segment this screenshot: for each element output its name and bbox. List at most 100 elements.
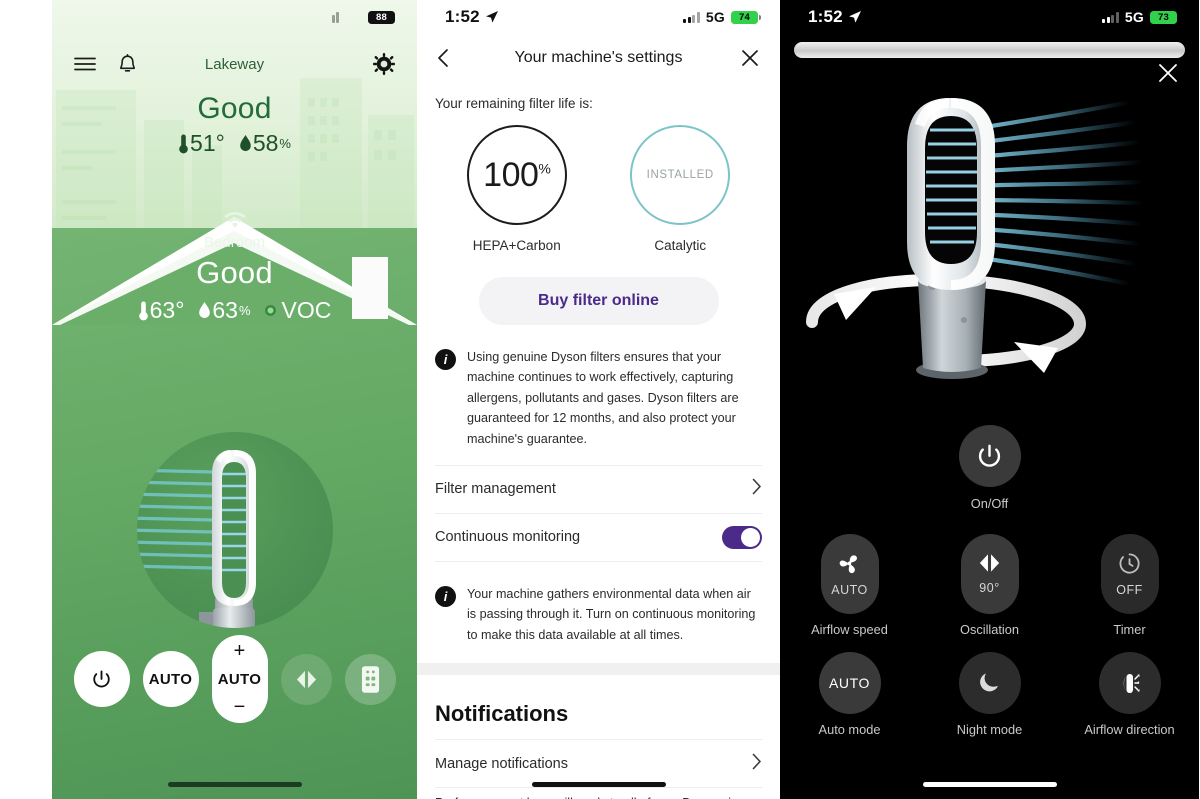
catalytic-caption: Catalytic — [654, 238, 707, 253]
gear-icon[interactable] — [373, 53, 395, 75]
buy-filter-button[interactable]: Buy filter online — [478, 277, 719, 325]
monitoring-info-block: i Your machine gathers environmental dat… — [435, 584, 762, 645]
room-temperature: 63° — [138, 297, 184, 324]
auto-mode-button[interactable]: AUTO — [818, 651, 881, 714]
cellular-signal-icon — [1102, 11, 1119, 23]
close-icon[interactable] — [740, 48, 760, 68]
battery-indicator: 73 — [1150, 10, 1180, 24]
status-bar-panel3: 1:52 5G 73 — [780, 0, 1199, 34]
oscillation-value: 90° — [979, 581, 1000, 596]
hepa-caption: HEPA+Carbon — [472, 238, 561, 253]
fan-product-illustration — [136, 432, 333, 628]
catalytic-value: INSTALLED — [646, 169, 714, 181]
row-label: Continuous monitoring — [435, 529, 581, 546]
row-label: Filter management — [435, 481, 556, 498]
location-arrow-icon — [485, 11, 498, 23]
control-oscillation: 90° Oscillation — [938, 533, 1042, 638]
fan-speed-stepper[interactable]: + AUTO − — [211, 635, 268, 723]
speed-increase-button[interactable]: + — [234, 641, 246, 661]
info-icon: i — [435, 585, 456, 607]
control-label: Airflow speed — [811, 621, 888, 637]
hepa-value: 100 — [483, 155, 539, 194]
filter-gauges: 100% HEPA+Carbon INSTALLED Catalytic — [435, 125, 762, 253]
room-quality-label: Good — [196, 255, 273, 290]
status-time: 1:52 — [445, 7, 480, 26]
info-icon: i — [435, 349, 456, 370]
control-night-mode: Night mode — [938, 651, 1042, 738]
row-filter-management[interactable]: Filter management — [435, 464, 762, 513]
speed-decrease-button[interactable]: − — [234, 697, 246, 717]
oscillation-button[interactable] — [280, 653, 332, 705]
control-label: Auto mode — [818, 721, 881, 737]
bell-icon[interactable] — [118, 53, 137, 75]
control-on-off: On/Off — [938, 425, 1042, 512]
status-time: 1:52 — [808, 7, 843, 26]
fan-hero-illustration — [780, 72, 1199, 402]
airflow-speed-button[interactable]: AUTO — [820, 533, 879, 614]
voc-status-dot — [264, 305, 276, 316]
cellular-signal-icon — [683, 11, 700, 23]
machine-controls-panel1: AUTO + AUTO − — [52, 635, 417, 723]
control-label: Airflow direction — [1084, 721, 1175, 737]
app-header-panel1: Lakeway — [52, 42, 417, 86]
control-label: On/Off — [970, 496, 1009, 511]
filter-life-lead: Your remaining filter life is: — [435, 96, 593, 111]
room-humidity: 63% — [198, 297, 251, 324]
water-droplet-icon — [240, 134, 251, 151]
moon-icon — [980, 673, 999, 692]
thermometer-icon — [179, 134, 188, 153]
control-label: Night mode — [956, 721, 1023, 737]
power-icon — [93, 669, 110, 687]
chevron-right-icon — [752, 478, 762, 500]
control-airflow-speed: AUTO Airflow speed — [798, 533, 902, 638]
power-button[interactable] — [73, 651, 130, 707]
location-arrow-icon — [848, 11, 861, 23]
night-mode-button[interactable] — [958, 651, 1021, 714]
control-label: Oscillation — [959, 621, 1020, 637]
outdoor-humidity: 58% — [239, 130, 291, 157]
oscillation-button[interactable]: 90° — [960, 533, 1019, 614]
section-separator — [417, 663, 780, 676]
home-indicator — [167, 782, 302, 787]
control-timer: OFF Timer — [1078, 533, 1182, 638]
filter-info-text: Using genuine Dyson filters ensures that… — [467, 350, 739, 446]
home-indicator — [531, 782, 666, 787]
chevron-right-icon — [752, 753, 762, 775]
timer-value: OFF — [1116, 582, 1143, 597]
three-phone-screenshots: 9:58 88 Lakeway — [0, 0, 1200, 799]
battery-indicator: 74 — [731, 10, 761, 24]
settings-body: Your remaining filter life is: 100% HEPA… — [417, 82, 780, 645]
thermometer-icon — [138, 301, 148, 320]
room-voc: VOC — [264, 297, 331, 324]
row-manage-notifications[interactable]: Manage notifications — [435, 739, 762, 787]
control-auto-mode: AUTO Auto mode — [798, 651, 902, 738]
speed-value: AUTO — [217, 670, 262, 688]
page-title: Your machine's settings — [514, 49, 683, 66]
wifi-icon — [223, 211, 246, 228]
auto-mode-button[interactable]: AUTO — [142, 651, 199, 707]
monitoring-info-text: Your machine gathers environmental data … — [467, 586, 756, 642]
sheet-grabber-bar[interactable] — [794, 42, 1185, 58]
control-airflow-direction: Airflow direction — [1078, 651, 1182, 738]
notifications-list: Manage notifications — [417, 739, 780, 789]
timer-button[interactable]: OFF — [1100, 533, 1159, 614]
oscillation-icon — [979, 554, 1000, 573]
notifications-section-title: Notifications — [435, 701, 569, 727]
room-air-quality-block: Bedroom Good 63° 63% VOC — [52, 211, 417, 324]
continuous-monitoring-toggle[interactable] — [722, 525, 762, 549]
phone-panel-machine-settings: 1:52 5G 74 Your machine's settings Your … — [417, 0, 780, 799]
oscillation-icon — [296, 670, 316, 688]
airflow-direction-button[interactable] — [1098, 651, 1161, 714]
chevron-left-icon[interactable] — [437, 48, 449, 68]
water-droplet-icon — [199, 301, 211, 318]
power-button[interactable] — [958, 425, 1021, 487]
remote-control-button[interactable] — [344, 653, 396, 705]
status-bar-panel2: 1:52 5G 74 — [417, 0, 780, 34]
row-continuous-monitoring[interactable]: Continuous monitoring — [435, 512, 762, 561]
airflow-direction-icon — [1123, 673, 1140, 693]
catalytic-gauge-circle: INSTALLED — [630, 125, 731, 225]
hamburger-menu-icon[interactable] — [74, 56, 96, 72]
battery-indicator: 88 — [368, 10, 398, 24]
network-type: 5G — [1124, 9, 1144, 25]
airflow-speed-value: AUTO — [831, 582, 868, 597]
